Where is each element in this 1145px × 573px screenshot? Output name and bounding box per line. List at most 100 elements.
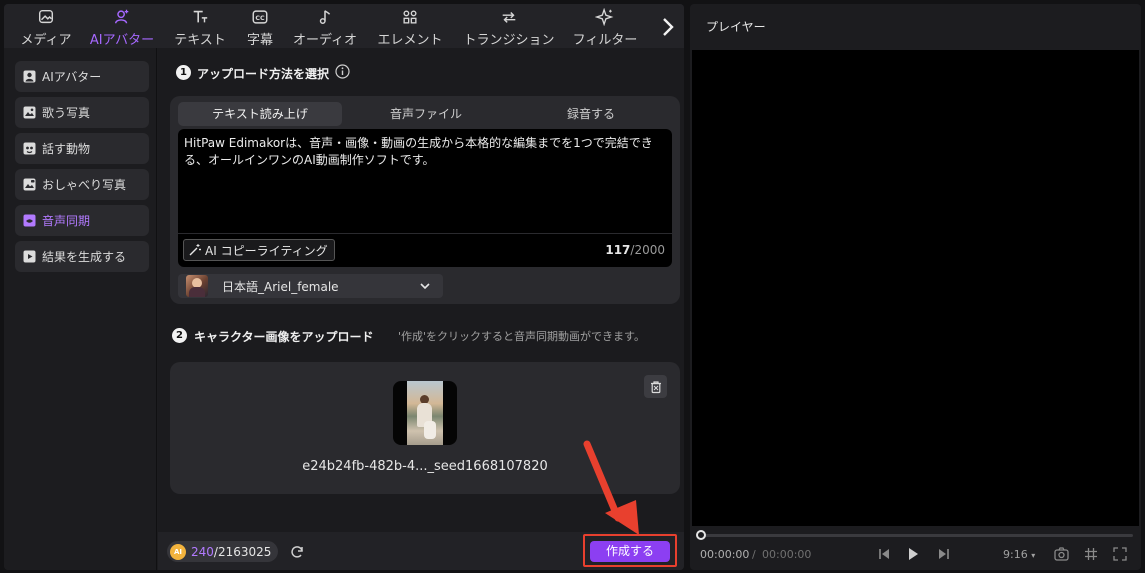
lip-sync-main: 1 アップロード方法を選択 テキスト読み上げ 音声ファイル 録音する HitPa… bbox=[158, 48, 684, 570]
scrubber-handle[interactable] bbox=[696, 530, 706, 540]
nav-caption-label: 字幕 bbox=[246, 33, 273, 48]
nav-transition-label: トランジション bbox=[463, 33, 555, 48]
media-icon bbox=[38, 9, 54, 24]
credits-total: /2163025 bbox=[213, 544, 272, 559]
script-textarea[interactable]: HitPaw Edimakorは、音声・画像・動画の生成から本格的な編集までを1… bbox=[178, 129, 672, 267]
sidebar-item-lip-sync[interactable]: 音声同期 bbox=[15, 205, 149, 236]
nav-filter-label: フィルター bbox=[572, 33, 638, 48]
step-2-hint: '作成'をクリックすると音声同期動画ができます。 bbox=[398, 330, 645, 343]
tab-audio-file[interactable]: 音声ファイル bbox=[344, 102, 508, 126]
transition-icon bbox=[502, 11, 516, 23]
sidebar-item-label: 歌う写真 bbox=[42, 106, 91, 120]
sidebar-item-label: AIアバター bbox=[42, 70, 102, 84]
animal-icon bbox=[23, 142, 36, 155]
video-result-icon bbox=[23, 250, 36, 263]
grid-icon[interactable] bbox=[1084, 547, 1098, 561]
nav-filter[interactable]: フィルター bbox=[570, 4, 640, 48]
nav-element[interactable]: エレメント bbox=[376, 4, 444, 48]
photo-icon bbox=[23, 106, 36, 119]
script-text[interactable]: HitPaw Edimakorは、音声・画像・動画の生成から本格的な編集までを1… bbox=[184, 135, 662, 169]
create-button[interactable]: 作成する bbox=[590, 541, 670, 562]
ai-copywriting-button[interactable]: AI コピーライティング bbox=[183, 239, 335, 261]
editor-panel: メディア AIアバター テキスト CC 字幕 オーディオ エレメント トランジシ… bbox=[4, 4, 684, 570]
sidebar-item-label: 結果を生成する bbox=[42, 250, 127, 264]
player-title: プレイヤー bbox=[706, 20, 766, 34]
nav-text[interactable]: テキスト bbox=[172, 4, 228, 48]
upload-method-tabs: テキスト読み上げ 音声ファイル 録音する bbox=[178, 102, 672, 126]
playback-scrubber[interactable] bbox=[702, 534, 1133, 537]
ai-coin-icon: AI bbox=[170, 543, 186, 560]
chevron-down-icon bbox=[420, 283, 430, 290]
aspect-ratio-value: 9:16 bbox=[1003, 548, 1028, 561]
character-counter: 117/2000 bbox=[605, 243, 665, 257]
voice-select[interactable]: 日本語_Ariel_female bbox=[178, 274, 443, 298]
previous-frame-icon[interactable] bbox=[877, 547, 891, 561]
video-preview bbox=[692, 50, 1139, 526]
element-icon bbox=[403, 10, 417, 24]
nav-audio-label: オーディオ bbox=[292, 33, 358, 48]
fullscreen-icon[interactable] bbox=[1113, 547, 1127, 561]
step-2-title: キャラクター画像をアップロード bbox=[194, 330, 374, 344]
info-icon[interactable] bbox=[335, 64, 350, 79]
time-separator: / bbox=[752, 548, 756, 561]
sidebar-item-singing-photo[interactable]: 歌う写真 bbox=[15, 97, 149, 128]
nav-element-label: エレメント bbox=[377, 33, 443, 48]
character-limit: /2000 bbox=[630, 243, 665, 257]
top-nav-bar: メディア AIアバター テキスト CC 字幕 オーディオ エレメント トランジシ… bbox=[4, 4, 684, 48]
credits-badge: AI 240 /2163025 bbox=[167, 541, 279, 562]
sidebar-item-talking-animal[interactable]: 話す動物 bbox=[15, 133, 149, 164]
text-icon bbox=[193, 10, 208, 23]
magic-wand-icon bbox=[189, 244, 201, 256]
sidebar-item-label: 話す動物 bbox=[42, 142, 91, 156]
textbox-divider bbox=[178, 233, 672, 234]
time-total: 00:00:00 bbox=[762, 548, 812, 561]
nav-ai-avatar[interactable]: AIアバター bbox=[88, 4, 156, 48]
lip-sync-icon bbox=[23, 214, 36, 227]
character-image-thumbnail[interactable] bbox=[393, 381, 457, 445]
refresh-icon[interactable] bbox=[289, 544, 305, 560]
svg-text:CC: CC bbox=[255, 15, 265, 22]
music-note-icon bbox=[319, 10, 331, 25]
uploaded-filename: e24b24fb-482b-4..._seed1668107820 bbox=[302, 459, 548, 474]
step-2-number: 2 bbox=[172, 328, 187, 343]
step-1-number: 1 bbox=[176, 65, 191, 80]
person-icon bbox=[23, 70, 36, 83]
nav-ai-avatar-label: AIアバター bbox=[89, 33, 155, 48]
delete-button[interactable] bbox=[644, 375, 667, 398]
sidebar-item-label: おしゃべり写真 bbox=[42, 178, 127, 192]
caption-icon: CC bbox=[252, 10, 268, 24]
nav-media[interactable]: メディア bbox=[18, 4, 74, 48]
step-1-title: アップロード方法を選択 bbox=[197, 67, 330, 81]
ai-copywriting-label: AI コピーライティング bbox=[205, 243, 328, 258]
tab-text-to-speech[interactable]: テキスト読み上げ bbox=[178, 102, 342, 126]
photo-chat-icon bbox=[23, 178, 36, 191]
sidebar: AIアバター 歌う写真 話す動物 おしゃべり写真 音声同期 結果を生成する bbox=[4, 48, 157, 570]
nav-caption[interactable]: CC 字幕 bbox=[242, 4, 278, 48]
sidebar-item-label: 音声同期 bbox=[42, 214, 91, 228]
trash-icon bbox=[650, 380, 661, 393]
next-frame-icon[interactable] bbox=[937, 547, 951, 561]
aspect-ratio-select[interactable]: 9:16 ▾ bbox=[1003, 548, 1035, 561]
tab-record[interactable]: 録音する bbox=[510, 102, 672, 126]
nav-media-label: メディア bbox=[20, 33, 72, 48]
player-panel: プレイヤー 00:00:00 / 00:00:00 9:16 ▾ bbox=[690, 4, 1141, 570]
chevron-right-icon[interactable] bbox=[659, 16, 677, 38]
sidebar-item-talking-photo[interactable]: おしゃべり写真 bbox=[15, 169, 149, 200]
sidebar-item-generate-result[interactable]: 結果を生成する bbox=[15, 241, 149, 272]
ai-avatar-icon bbox=[114, 9, 129, 24]
time-current: 00:00:00 bbox=[700, 548, 750, 561]
character-photo bbox=[407, 381, 443, 445]
filter-icon bbox=[595, 8, 614, 26]
chevron-down-icon: ▾ bbox=[1031, 551, 1036, 560]
character-image-card: e24b24fb-482b-4..._seed1668107820 bbox=[170, 362, 680, 494]
sidebar-item-ai-avatar[interactable]: AIアバター bbox=[15, 61, 149, 92]
nav-audio[interactable]: オーディオ bbox=[290, 4, 360, 48]
nav-text-label: テキスト bbox=[174, 33, 226, 48]
nav-transition[interactable]: トランジション bbox=[462, 4, 556, 48]
upload-method-card: テキスト読み上げ 音声ファイル 録音する HitPaw Edimakorは、音声… bbox=[170, 96, 680, 304]
play-icon[interactable] bbox=[906, 546, 920, 562]
credits-used: 240 bbox=[191, 544, 214, 559]
voice-select-value: 日本語_Ariel_female bbox=[222, 280, 339, 294]
action-footer: AI 240 /2163025 作成する bbox=[158, 532, 684, 570]
camera-icon[interactable] bbox=[1054, 547, 1069, 561]
